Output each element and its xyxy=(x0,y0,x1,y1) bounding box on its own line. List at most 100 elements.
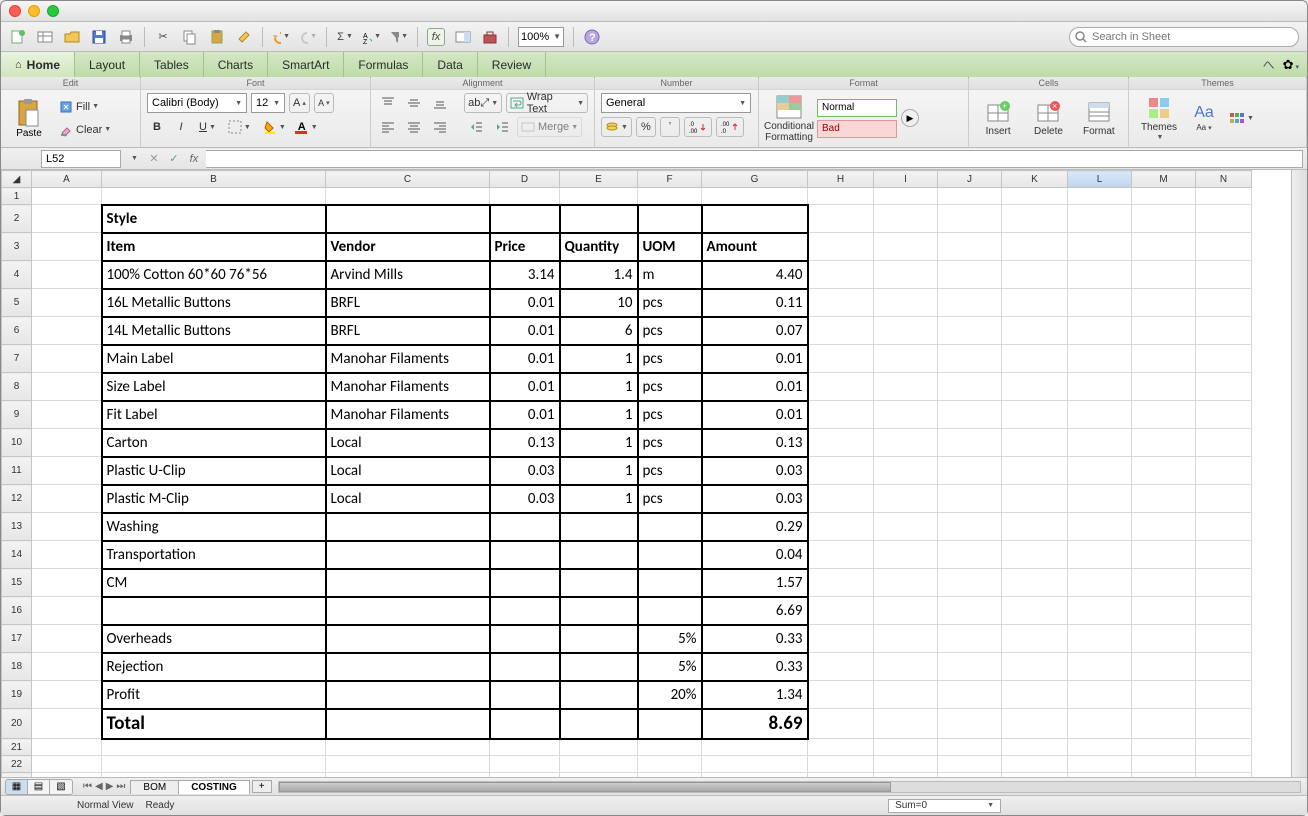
row-header-14[interactable]: 14 xyxy=(2,541,32,569)
fill-color-button[interactable]: ▼ xyxy=(259,117,290,137)
tab-review[interactable]: Review xyxy=(478,52,546,77)
delete-cells-button[interactable]: × Delete xyxy=(1025,99,1071,137)
theme-colors-icon[interactable]: ▼ xyxy=(1225,108,1258,128)
tab-charts[interactable]: Charts xyxy=(204,52,268,77)
row-header-23[interactable]: 23 xyxy=(2,773,32,778)
row-header-6[interactable]: 6 xyxy=(2,317,32,345)
increase-decimal-icon[interactable]: .0.00 xyxy=(684,117,712,137)
row-header-8[interactable]: 8 xyxy=(2,373,32,401)
row-header-10[interactable]: 10 xyxy=(2,429,32,457)
italic-button[interactable]: I xyxy=(171,117,191,137)
search-input[interactable] xyxy=(1069,27,1299,47)
decrease-decimal-icon[interactable]: .00.0 xyxy=(716,117,744,137)
col-header-G[interactable]: G xyxy=(702,171,808,188)
align-top-icon[interactable] xyxy=(377,93,399,113)
row-header-17[interactable]: 17 xyxy=(2,625,32,653)
open-icon[interactable] xyxy=(63,28,81,46)
col-header-C[interactable]: C xyxy=(326,171,490,188)
col-header-D[interactable]: D xyxy=(490,171,560,188)
comma-button[interactable]: ʼ xyxy=(660,117,680,137)
row-header-2[interactable]: 2 xyxy=(2,205,32,233)
cancel-formula-icon[interactable]: ✕ xyxy=(146,151,162,167)
orientation-icon[interactable]: ab⤢▼ xyxy=(464,93,502,113)
col-header-M[interactable]: M xyxy=(1132,171,1196,188)
row-header-5[interactable]: 5 xyxy=(2,289,32,317)
row-header-7[interactable]: 7 xyxy=(2,345,32,373)
col-header-F[interactable]: F xyxy=(638,171,702,188)
add-sheet-button[interactable]: + xyxy=(252,780,272,793)
horizontal-scrollbar[interactable] xyxy=(278,781,1301,793)
themes-button[interactable]: Themes▼ xyxy=(1135,95,1183,141)
cut-icon[interactable]: ✂ xyxy=(154,28,172,46)
number-format-combo[interactable]: General▼ xyxy=(601,93,751,113)
row-header-16[interactable]: 16 xyxy=(2,597,32,625)
autosum-icon[interactable]: Σ▼ xyxy=(336,28,354,46)
row-header-20[interactable]: 20 xyxy=(2,709,32,739)
status-sum[interactable]: Sum=0 ▼ xyxy=(888,799,1001,813)
show-gallery-icon[interactable] xyxy=(454,28,472,46)
filter-icon[interactable]: ▼ xyxy=(390,28,408,46)
zoom-window-button[interactable] xyxy=(47,5,59,17)
bold-button[interactable]: B xyxy=(147,117,167,137)
sheet-grid[interactable]: ◢ABCDEFGHIJKLMN12Style3ItemVendorPriceQu… xyxy=(1,170,1291,777)
clear-button[interactable]: Clear▼ xyxy=(55,120,115,140)
insert-cells-button[interactable]: + Insert xyxy=(975,99,1021,137)
close-window-button[interactable] xyxy=(9,5,21,17)
minimize-window-button[interactable] xyxy=(28,5,40,17)
formula-input[interactable] xyxy=(206,150,1303,168)
ribbon-settings-icon[interactable]: ✿▾ xyxy=(1283,57,1299,73)
col-header-A[interactable]: A xyxy=(32,171,102,188)
wrap-text-button[interactable]: Wrap Text▼ xyxy=(506,93,588,113)
row-header-3[interactable]: 3 xyxy=(2,233,32,261)
increase-indent-icon[interactable] xyxy=(491,117,513,137)
fx-icon[interactable]: fx xyxy=(186,151,202,167)
tab-nav-first-icon[interactable]: ⏮ xyxy=(83,781,92,792)
row-header-1[interactable]: 1 xyxy=(2,188,32,205)
view-pagebreak-icon[interactable]: ▧ xyxy=(50,780,72,794)
row-header-18[interactable]: 18 xyxy=(2,653,32,681)
styles-more-button[interactable]: ▶ xyxy=(901,109,919,127)
tab-nav-next-icon[interactable]: ▶ xyxy=(106,781,114,792)
style-normal[interactable]: Normal xyxy=(817,99,897,117)
font-name-combo[interactable]: Calibri (Body)▼ xyxy=(147,93,247,113)
save-icon[interactable] xyxy=(90,28,108,46)
copy-icon[interactable] xyxy=(181,28,199,46)
row-header-13[interactable]: 13 xyxy=(2,513,32,541)
percent-button[interactable]: % xyxy=(636,117,656,137)
paste-large-icon[interactable] xyxy=(16,98,42,128)
shrink-font-icon[interactable]: A▾ xyxy=(314,93,334,113)
zoom-combo[interactable]: 100% ▼ xyxy=(518,27,564,47)
font-size-combo[interactable]: 12▼ xyxy=(251,93,285,113)
collapse-ribbon-icon[interactable]: へ xyxy=(1263,56,1275,73)
sheet-tab-costing[interactable]: COSTING xyxy=(178,780,250,794)
help-icon[interactable]: ? xyxy=(583,28,601,46)
redo-icon[interactable]: ▼ xyxy=(299,28,317,46)
underline-button[interactable]: U▼ xyxy=(195,117,220,137)
font-color-button[interactable]: A ▼ xyxy=(294,117,322,137)
conditional-formatting-button[interactable]: Conditional Formatting xyxy=(765,94,813,143)
paste-icon[interactable] xyxy=(208,28,226,46)
col-header-H[interactable]: H xyxy=(808,171,874,188)
undo-icon[interactable]: ▼ xyxy=(272,28,290,46)
col-header-L[interactable]: L xyxy=(1068,171,1132,188)
tab-data[interactable]: Data xyxy=(423,52,477,77)
fx-toggle-icon[interactable]: fx xyxy=(427,28,445,46)
name-box[interactable]: L52 xyxy=(41,150,121,168)
align-center-icon[interactable] xyxy=(403,117,425,137)
new-workbook-icon[interactable] xyxy=(9,28,27,46)
tab-tables[interactable]: Tables xyxy=(140,52,204,77)
row-header-12[interactable]: 12 xyxy=(2,485,32,513)
sheet-tab-bom[interactable]: BOM xyxy=(130,780,179,794)
grow-font-icon[interactable]: A▴ xyxy=(289,93,310,113)
col-header-K[interactable]: K xyxy=(1002,171,1068,188)
align-bottom-icon[interactable] xyxy=(429,93,451,113)
currency-button[interactable]: ▼ xyxy=(601,117,632,137)
align-middle-icon[interactable] xyxy=(403,93,425,113)
template-icon[interactable] xyxy=(36,28,54,46)
tab-nav-last-icon[interactable]: ⏭ xyxy=(116,781,125,792)
vertical-scrollbar[interactable] xyxy=(1291,170,1307,777)
row-header-4[interactable]: 4 xyxy=(2,261,32,289)
row-header-15[interactable]: 15 xyxy=(2,569,32,597)
print-icon[interactable] xyxy=(117,28,135,46)
sort-icon[interactable]: AZ ▼ xyxy=(363,28,381,46)
